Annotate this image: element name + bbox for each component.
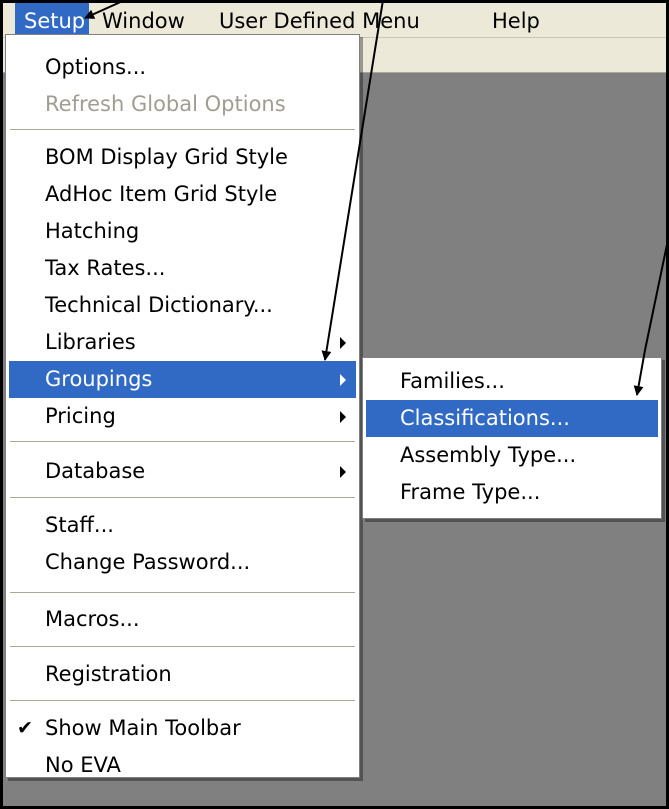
menu-item-label: Change Password... xyxy=(45,550,251,574)
submenu-item-frame-type[interactable]: Frame Type... xyxy=(366,474,658,511)
menu-item-label: No EVA xyxy=(45,753,121,777)
submenu-item-families[interactable]: Families... xyxy=(366,363,658,400)
setup-menu-dropdown: Options... Refresh Global Options BOM Di… xyxy=(5,34,360,778)
menu-item-registration[interactable]: Registration xyxy=(9,656,356,693)
groupings-submenu: Families... Classifications... Assembly … xyxy=(362,357,662,519)
submenu-item-classifications[interactable]: Classifications... xyxy=(366,400,658,437)
menu-separator xyxy=(10,129,355,131)
menu-separator xyxy=(10,646,355,648)
submenu-item-assembly-type[interactable]: Assembly Type... xyxy=(366,437,658,474)
menu-help[interactable]: Help xyxy=(483,3,563,37)
menu-separator xyxy=(10,592,355,594)
menu-item-label: Technical Dictionary... xyxy=(45,293,273,317)
menu-item-staff[interactable]: Staff... xyxy=(9,507,356,544)
menu-item-groupings[interactable]: Groupings xyxy=(9,361,356,398)
menu-item-refresh-global-options: Refresh Global Options xyxy=(9,86,356,123)
menu-item-label: Hatching xyxy=(45,219,140,243)
submenu-arrow-icon xyxy=(340,411,346,423)
menu-item-label: Staff... xyxy=(45,513,114,537)
menu-item-label: Libraries xyxy=(45,330,136,354)
menu-item-libraries[interactable]: Libraries xyxy=(9,324,356,361)
submenu-arrow-icon xyxy=(340,337,346,349)
menu-item-label: Pricing xyxy=(45,404,116,428)
menu-separator xyxy=(10,497,355,499)
menu-item-bom-display-grid-style[interactable]: BOM Display Grid Style xyxy=(9,139,356,176)
check-mark-icon: ✔ xyxy=(17,717,33,739)
menu-item-options[interactable]: Options... xyxy=(9,49,356,86)
menu-setup[interactable]: Setup xyxy=(15,3,89,37)
menu-item-label: Tax Rates... xyxy=(45,256,166,280)
menu-item-technical-dictionary[interactable]: Technical Dictionary... xyxy=(9,287,356,324)
menu-item-tax-rates[interactable]: Tax Rates... xyxy=(9,250,356,287)
menu-item-database[interactable]: Database xyxy=(9,453,356,490)
menu-item-adhoc-item-grid-style[interactable]: AdHoc Item Grid Style xyxy=(9,176,356,213)
menu-window[interactable]: Window xyxy=(93,3,206,37)
menu-item-label: BOM Display Grid Style xyxy=(45,145,288,169)
menu-item-no-eva[interactable]: No EVA xyxy=(9,747,356,784)
menu-item-label: Groupings xyxy=(45,367,153,391)
menu-item-label: Macros... xyxy=(45,607,140,631)
menu-item-label: AdHoc Item Grid Style xyxy=(45,182,278,206)
menu-user-defined[interactable]: User Defined Menu xyxy=(210,3,483,37)
menu-item-label: Refresh Global Options xyxy=(45,92,286,116)
menu-item-change-password[interactable]: Change Password... xyxy=(9,544,356,581)
menu-item-hatching[interactable]: Hatching xyxy=(9,213,356,250)
menu-item-label: Assembly Type... xyxy=(400,443,577,467)
menu-item-label: Options... xyxy=(45,55,147,79)
menu-item-pricing[interactable]: Pricing xyxy=(9,398,356,435)
menu-item-macros[interactable]: Macros... xyxy=(9,601,356,638)
menu-separator xyxy=(10,700,355,702)
submenu-arrow-icon xyxy=(340,466,346,478)
menu-item-show-main-toolbar[interactable]: ✔ Show Main Toolbar xyxy=(9,710,356,747)
menu-item-label: Show Main Toolbar xyxy=(45,716,241,740)
menu-item-label: Frame Type... xyxy=(400,480,541,504)
menu-item-label: Database xyxy=(45,459,146,483)
menu-item-label: Registration xyxy=(45,662,172,686)
menu-item-label: Classifications... xyxy=(400,406,570,430)
menu-separator xyxy=(10,441,355,443)
menu-bar: Setup Window User Defined Menu Help xyxy=(3,3,666,38)
menu-item-label: Families... xyxy=(400,369,505,393)
submenu-arrow-icon xyxy=(340,374,346,386)
